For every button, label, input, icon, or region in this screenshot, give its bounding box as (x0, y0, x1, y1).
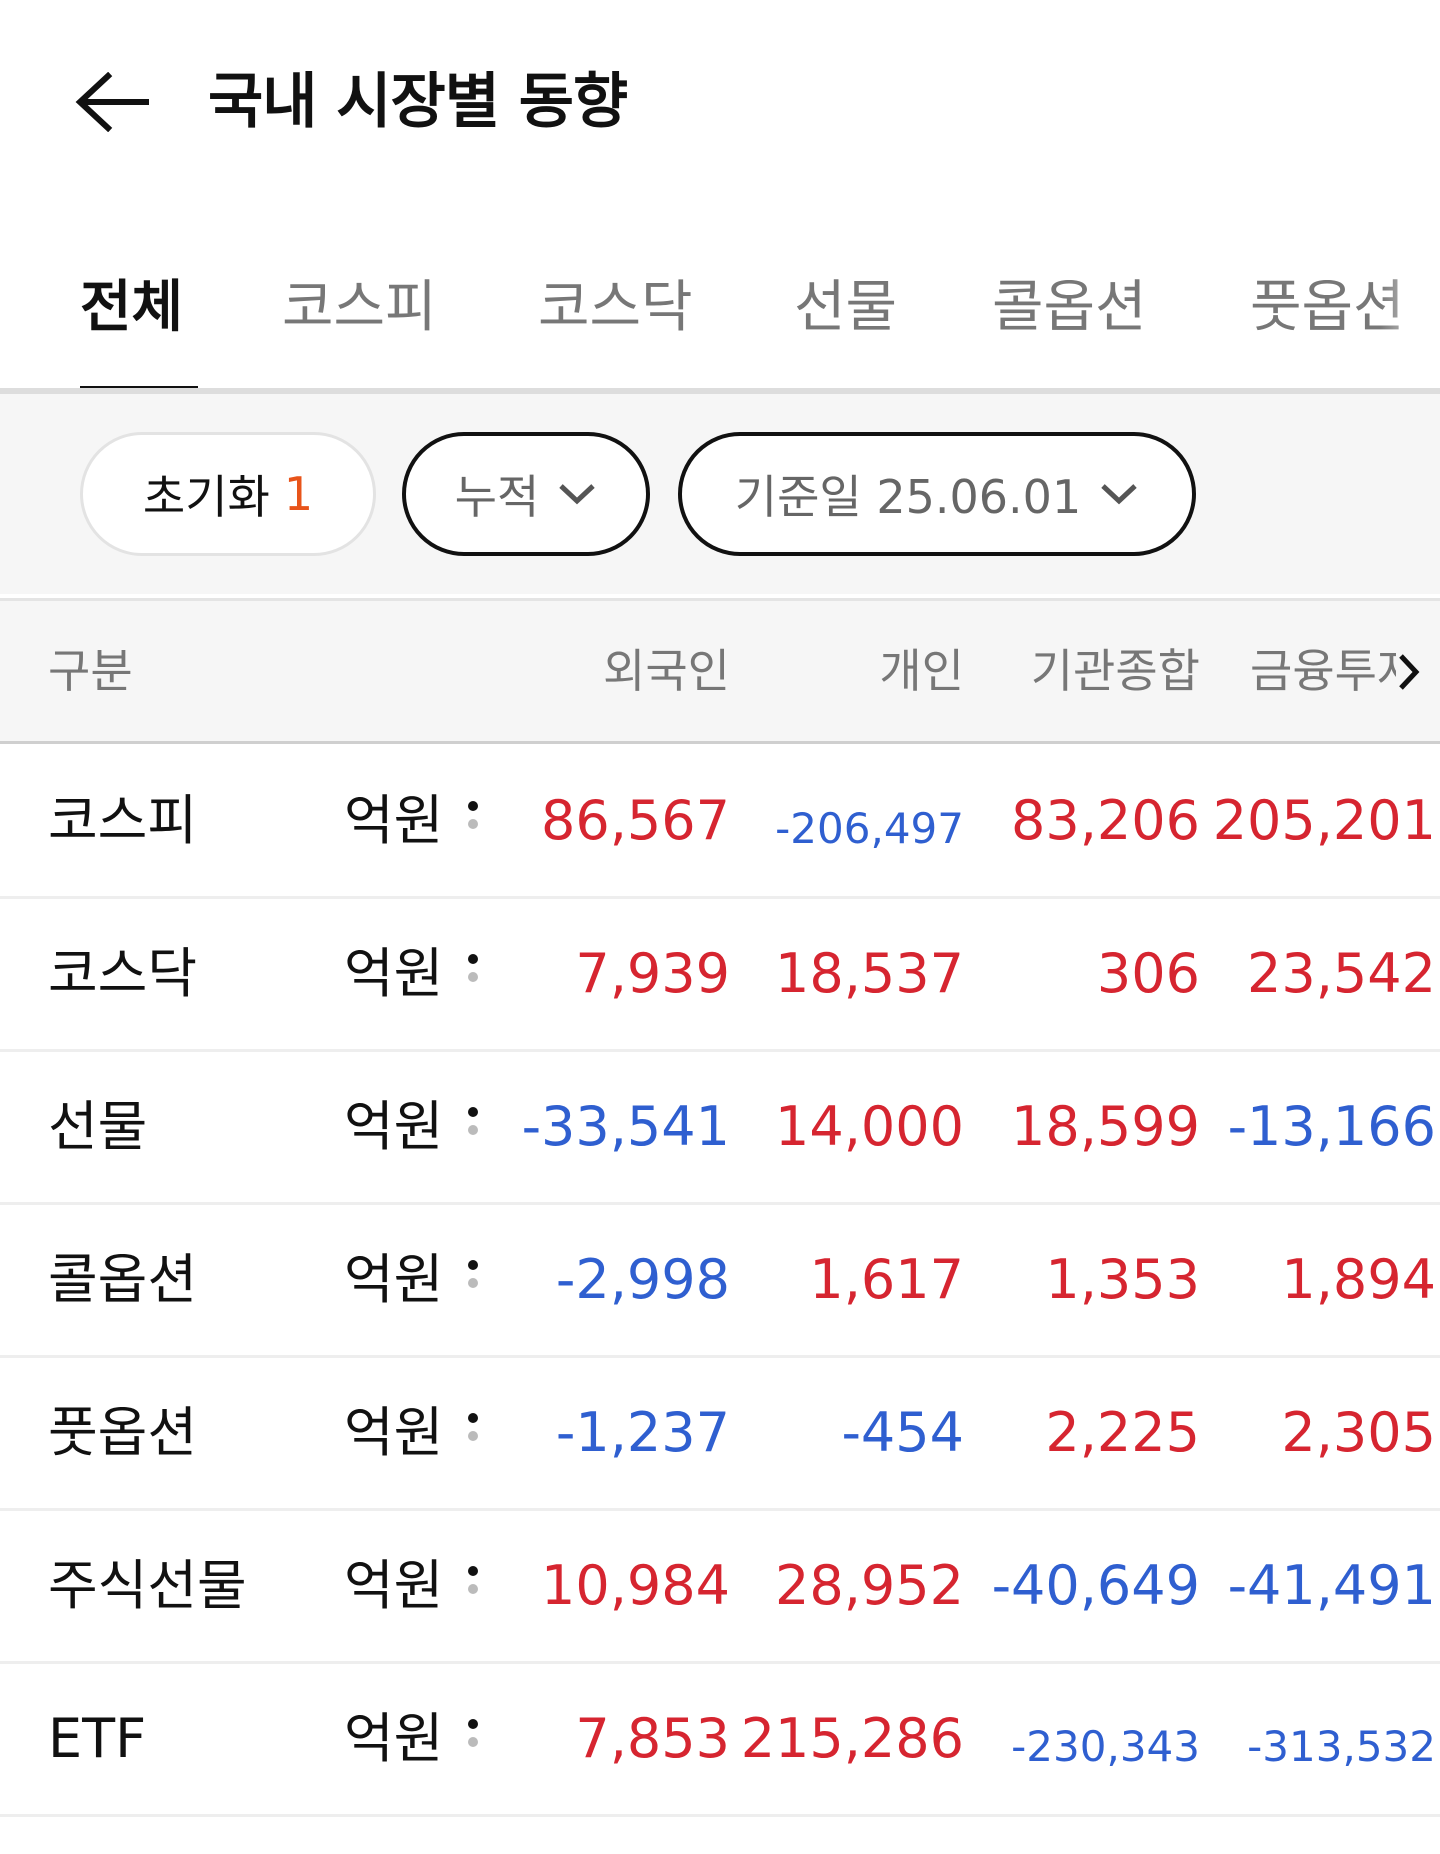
value-cell: 86,567 (541, 789, 730, 852)
column-header-financial-investment[interactable]: 금융투자 (1250, 641, 1419, 701)
base-date-dropdown[interactable]: 기준일 25.06.01 (678, 432, 1196, 556)
value-cell: 1,894 (1281, 1248, 1436, 1311)
row-unit: 억원 (344, 789, 444, 852)
tab-futures[interactable]: 선물 (794, 268, 897, 348)
value-cell: 18,599 (1011, 1095, 1200, 1158)
value-cell: 1,617 (809, 1248, 964, 1311)
market-tabs: 전체 코스피 코스닥 선물 콜옵션 풋옵션 (0, 250, 1440, 390)
value-cell: 215,286 (740, 1707, 964, 1770)
more-vertical-icon[interactable] (466, 954, 480, 1000)
filter-bar: 초기화 1 누적 기준일 25.06.01 (0, 394, 1440, 594)
value-cell: 205,201 (1212, 789, 1436, 852)
value-cell: 23,542 (1247, 942, 1436, 1005)
table-row[interactable]: 콜옵션 억원 -2,998 1,617 1,353 1,894 (0, 1205, 1440, 1358)
row-name: ETF (48, 1707, 147, 1770)
value-cell: 83,206 (1011, 789, 1200, 852)
row-name: 콜옵션 (48, 1248, 198, 1311)
table-row[interactable]: 코스닥 억원 7,939 18,537 306 23,542 (0, 899, 1440, 1052)
back-button[interactable] (70, 62, 154, 142)
cumulative-dropdown[interactable]: 누적 (402, 432, 650, 556)
table-header: 구분 외국인 개인 기관종합 금융투자 (0, 598, 1440, 744)
tab-kospi[interactable]: 코스피 (282, 268, 437, 348)
row-name: 코스닥 (48, 942, 198, 1005)
column-header-individual[interactable]: 개인 (879, 641, 964, 701)
chevron-down-icon (1099, 481, 1139, 507)
chevron-right-icon (1399, 654, 1420, 690)
value-cell: -1,237 (555, 1401, 730, 1464)
more-vertical-icon[interactable] (466, 1107, 480, 1153)
row-unit: 억원 (344, 1707, 444, 1770)
tab-kosdaq[interactable]: 코스닥 (538, 268, 693, 348)
table-row[interactable]: 주식선물 억원 10,984 28,952 -40,649 -41,491 (0, 1511, 1440, 1664)
row-name: 풋옵션 (48, 1401, 198, 1464)
value-cell: 7,853 (575, 1707, 730, 1770)
cumulative-label: 누적 (454, 470, 540, 524)
reset-label: 초기화 (142, 470, 270, 524)
more-vertical-icon[interactable] (466, 801, 480, 847)
value-cell: 1,353 (1045, 1248, 1200, 1311)
table-row[interactable]: ETF 억원 7,853 215,286 -230,343 -313,532 (0, 1664, 1440, 1817)
column-header-category: 구분 (48, 644, 133, 698)
more-vertical-icon[interactable] (466, 1719, 480, 1765)
value-cell: 2,225 (1045, 1401, 1200, 1464)
row-unit: 억원 (344, 1401, 444, 1464)
page-title: 국내 시장별 동향 (208, 67, 628, 137)
table-row[interactable]: 풋옵션 억원 -1,237 -454 2,225 2,305 (0, 1358, 1440, 1511)
value-cell: 14,000 (775, 1095, 964, 1158)
row-name: 선물 (48, 1095, 148, 1158)
value-cell: 306 (1096, 942, 1200, 1005)
chevron-down-icon (557, 481, 597, 507)
table-row[interactable]: 선물 억원 -33,541 14,000 18,599 -13,166 (0, 1052, 1440, 1205)
value-cell: -2,998 (555, 1248, 730, 1311)
table-row[interactable]: 코스피 억원 86,567 -206,497 83,206 205,201 (0, 746, 1440, 899)
row-unit: 억원 (344, 1095, 444, 1158)
value-cell: 7,939 (575, 942, 730, 1005)
tab-call-option[interactable]: 콜옵션 (992, 268, 1147, 348)
column-header-foreign[interactable]: 외국인 (603, 641, 730, 701)
value-cell: -230,343 (1011, 1722, 1200, 1771)
row-unit: 억원 (344, 1248, 444, 1311)
value-cell: -41,491 (1227, 1554, 1436, 1617)
scroll-right-button[interactable] (1396, 647, 1440, 697)
more-vertical-icon[interactable] (466, 1413, 480, 1459)
app-header: 국내 시장별 동향 (0, 0, 1440, 200)
value-cell: 18,537 (775, 942, 964, 1005)
row-unit: 억원 (344, 942, 444, 1005)
table-body: 코스피 억원 86,567 -206,497 83,206 205,201 코스닥 억원 7,9… (0, 746, 1440, 1817)
value-cell: 28,952 (775, 1554, 964, 1617)
row-name: 코스피 (48, 789, 198, 852)
row-name: 주식선물 (48, 1554, 247, 1617)
more-vertical-icon[interactable] (466, 1260, 480, 1306)
value-cell: -454 (841, 1401, 964, 1464)
more-vertical-icon[interactable] (466, 1566, 480, 1612)
tab-scroll-fade (1380, 250, 1440, 380)
value-cell: -40,649 (991, 1554, 1200, 1617)
reset-filter-button[interactable]: 초기화 1 (80, 432, 376, 556)
value-cell: 2,305 (1281, 1401, 1436, 1464)
arrow-left-icon (75, 72, 149, 132)
value-cell: -313,532 (1247, 1722, 1436, 1771)
filter-count-badge: 1 (283, 467, 314, 521)
row-unit: 억원 (344, 1554, 444, 1617)
value-cell: -13,166 (1227, 1095, 1436, 1158)
column-header-institution[interactable]: 기관종합 (1031, 641, 1200, 701)
value-cell: -33,541 (521, 1095, 730, 1158)
value-cell: -206,497 (775, 804, 964, 853)
value-cell: 10,984 (541, 1554, 730, 1617)
base-date-label: 기준일 25.06.01 (734, 470, 1082, 524)
tab-all[interactable]: 전체 (80, 268, 183, 348)
